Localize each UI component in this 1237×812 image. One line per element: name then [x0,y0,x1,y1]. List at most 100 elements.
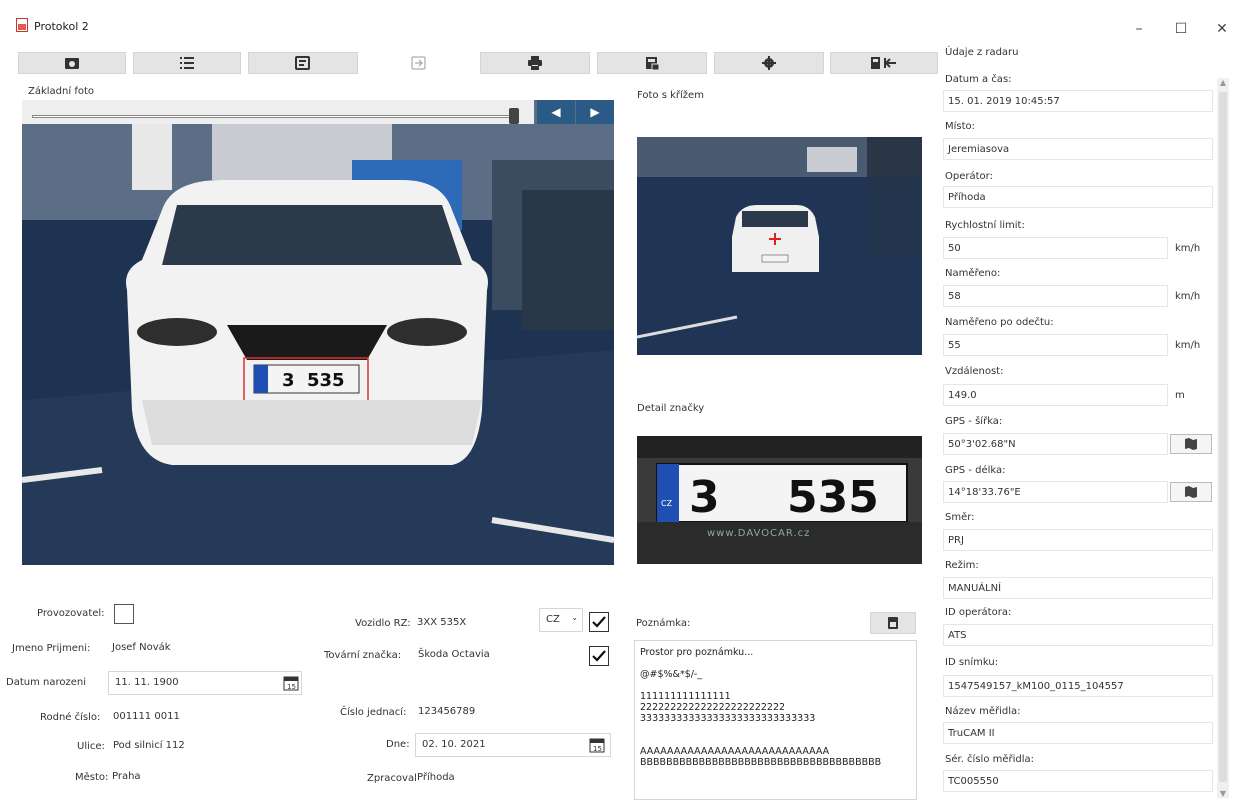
plate-label: Vozidlo RZ: [355,618,411,629]
speed-limit-label: Rychlostní limit: [945,220,1025,231]
chevron-right-icon: ▶ [590,105,600,119]
place-label: Místo: [945,121,976,132]
maximize-button[interactable]: ☐ [1166,18,1196,40]
measured-field[interactable]: 58 [943,285,1168,307]
right-panel-scrollbar[interactable]: ▲ ▼ [1217,78,1229,798]
deducted-unit: km/h [1175,340,1201,351]
main-photo-label: Základní foto [28,86,94,97]
photo-slider[interactable] [22,100,534,124]
map-icon [1185,438,1197,450]
calendar-icon[interactable]: 15 [283,675,299,691]
import-button[interactable] [365,52,473,74]
speed-limit-unit: km/h [1175,243,1201,254]
calendar-icon[interactable]: 15 [589,737,605,753]
svg-text:15: 15 [287,683,296,691]
device-name-field[interactable]: TruCAM II [943,722,1213,744]
birth-date-value: 11. 11. 1900 [115,677,179,688]
plate-field[interactable]: 3XX 535X [417,612,535,636]
save-document-button[interactable] [597,52,707,74]
plate-confirm-checkbox[interactable] [589,612,609,632]
operator-checkbox[interactable] [114,604,134,624]
deducted-field[interactable]: 55 [943,334,1168,356]
distance-field[interactable]: 149.0 [943,384,1168,406]
minimize-button[interactable]: – [1124,18,1154,40]
plate-right-text: 535 [787,472,879,523]
date-field[interactable]: 02. 10. 2021 [415,733,611,757]
birth-number-field[interactable]: 001111 0011 [113,706,293,730]
street-field[interactable]: Pod silnicí 112 [113,735,293,759]
distance-unit: m [1175,390,1185,401]
settings-gear-icon [762,56,776,70]
svg-text:3: 3 [282,370,295,391]
processed-by-field[interactable]: Příhoda [417,767,597,791]
exit-button[interactable] [830,52,938,74]
speed-limit-field[interactable]: 50 [943,237,1168,259]
gps-lat-map-button[interactable] [1170,434,1212,454]
serial-number-field[interactable]: TC005550 [943,770,1213,792]
slider-thumb[interactable] [509,108,519,124]
gps-lon-label: GPS - délka: [945,465,1006,476]
checkmark-icon [592,650,606,662]
plate-detail-image: CZ 3 535 www.DAVOCAR.cz [637,436,922,564]
image-export-icon [295,56,310,70]
deducted-label: Naměřeno po odečtu: [945,317,1054,328]
image-export-button[interactable] [248,52,358,74]
frame-id-field[interactable]: 1547549157_kM100_0115_104557 [943,675,1213,697]
map-icon [1185,486,1197,498]
cross-photo[interactable] [637,137,922,355]
serial-number-label: Sér. číslo měřidla: [945,754,1035,765]
distance-label: Vzdálenost: [945,366,1004,377]
operator-id-field[interactable]: ATS [943,624,1213,646]
name-label: Jmeno Prijmeni: [12,643,91,654]
note-textarea[interactable]: Prostor pro poznámku... @#$%&*$/-_ 11111… [634,640,917,800]
place-field[interactable]: Jeremiasova [943,138,1213,160]
plate-country: CZ [661,499,673,508]
operator-name-label: Operátor: [945,171,993,182]
import-icon [411,56,426,70]
main-photo[interactable]: 3 535 [22,100,614,565]
datetime-label: Datum a čas: [945,74,1012,85]
document-icon [888,617,898,629]
gps-lat-field[interactable]: 50°3'02.68"N [943,433,1168,455]
open-photo-button[interactable] [18,52,126,74]
mode-field[interactable]: MANUÁLNÍ [943,577,1213,599]
gps-lon-map-button[interactable] [1170,482,1212,502]
scroll-up-icon[interactable]: ▲ [1217,78,1229,87]
operator-label: Provozovatel: [37,608,105,619]
document-save-icon [646,57,660,70]
chevron-left-icon: ◀ [551,105,561,119]
birth-date-field[interactable]: 11. 11. 1900 [108,671,302,695]
direction-field[interactable]: PRJ [943,529,1213,551]
brand-field[interactable]: Škoda Octavia [418,644,578,668]
car-photo-image: 3 535 [22,100,614,565]
print-button[interactable] [480,52,590,74]
dealer-text: www.DAVOCAR.cz [707,528,810,539]
cross-photo-label: Foto s křížem [637,90,704,101]
settings-button[interactable] [714,52,824,74]
prev-photo-button[interactable]: ◀ [537,100,575,124]
operator-name-field[interactable]: Příhoda [943,186,1213,208]
note-file-button[interactable] [870,612,916,634]
gps-lat-label: GPS - šířka: [945,416,1003,427]
operator-id-label: ID operátora: [945,607,1012,618]
checkmark-icon [592,616,606,628]
close-button[interactable]: ✕ [1207,18,1237,40]
device-name-label: Název měřidla: [945,706,1021,717]
measured-label: Naměřeno: [945,268,1001,279]
gps-lon-field[interactable]: 14°18'33.76"E [943,481,1168,503]
title-bar: Protokol 2 – ☐ ✕ [0,0,1237,37]
plate-left-text: 3 [689,472,720,523]
scroll-down-icon[interactable]: ▼ [1217,789,1229,798]
svg-text:535: 535 [307,370,345,391]
city-field[interactable]: Praha [112,766,292,790]
list-icon [180,57,194,69]
list-button[interactable] [133,52,241,74]
datetime-field[interactable]: 15. 01. 2019 10:45:57 [943,90,1213,112]
plate-detail-photo[interactable]: CZ 3 535 www.DAVOCAR.cz [637,436,922,564]
scrollbar-thumb[interactable] [1219,92,1227,782]
country-select[interactable]: CZ ⌄ [539,608,583,632]
brand-confirm-checkbox[interactable] [589,646,609,666]
next-photo-button[interactable]: ▶ [576,100,614,124]
reference-field[interactable]: 123456789 [418,701,598,725]
name-field[interactable]: Josef Novák [112,637,292,661]
